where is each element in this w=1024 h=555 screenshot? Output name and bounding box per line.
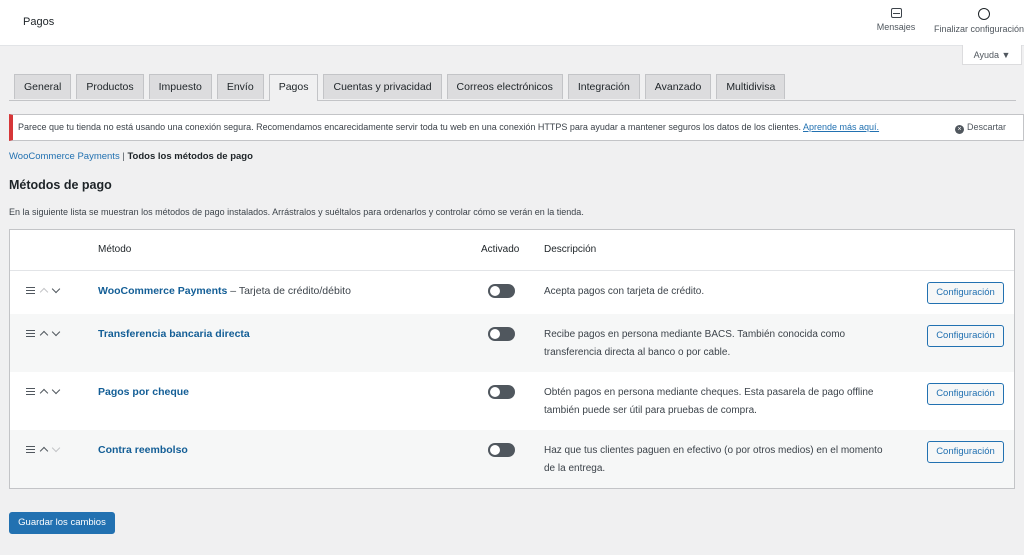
sort-handles bbox=[26, 385, 61, 398]
dismiss-label: Descartar bbox=[966, 122, 1006, 132]
help-tab-button[interactable]: Ayuda ▼ bbox=[962, 45, 1022, 65]
drag-handle-icon[interactable] bbox=[26, 388, 35, 395]
move-down-icon[interactable] bbox=[51, 327, 61, 337]
tab-multicurrency[interactable]: Multidivisa bbox=[716, 74, 786, 99]
drag-handle-icon[interactable] bbox=[26, 287, 35, 294]
table-row: Contra reembolso Haz que tus clientes pa… bbox=[10, 430, 1014, 488]
method-description: Obtén pagos en persona mediante cheques.… bbox=[544, 387, 874, 416]
sort-handles bbox=[26, 443, 61, 456]
notice-dismiss-button[interactable]: × Descartar bbox=[954, 115, 1006, 140]
enabled-toggle[interactable] bbox=[488, 443, 515, 457]
messages-label: Mensajes bbox=[876, 22, 916, 32]
method-description: Haz que tus clientes paguen en efectivo … bbox=[544, 445, 883, 474]
payments-subnav: WooCommerce Payments | Todos los métodos… bbox=[9, 151, 253, 162]
configure-button[interactable]: Configuración bbox=[927, 441, 1004, 463]
enabled-toggle[interactable] bbox=[488, 284, 515, 298]
column-method: Método bbox=[98, 244, 132, 255]
move-down-icon[interactable] bbox=[51, 284, 61, 294]
close-icon: × bbox=[954, 125, 964, 134]
table-row: Transferencia bancaria directa Recibe pa… bbox=[10, 314, 1014, 372]
tab-integration[interactable]: Integración bbox=[567, 74, 640, 99]
tab-accounts-privacy[interactable]: Cuentas y privacidad bbox=[323, 74, 442, 99]
configure-button[interactable]: Configuración bbox=[927, 325, 1004, 347]
subnav-woocommerce-payments[interactable]: WooCommerce Payments bbox=[9, 151, 120, 162]
sort-handles bbox=[26, 284, 61, 297]
tab-payments[interactable]: Pagos bbox=[268, 74, 319, 101]
inbox-icon bbox=[890, 8, 902, 18]
move-down-icon[interactable] bbox=[51, 385, 61, 395]
table-header: Método Activado Descripción bbox=[10, 230, 1014, 271]
payment-methods-table: Método Activado Descripción WooCommerce … bbox=[9, 229, 1015, 489]
subnav-all-methods[interactable]: Todos los métodos de pago bbox=[127, 151, 252, 162]
drag-handle-icon[interactable] bbox=[26, 446, 35, 453]
move-up-icon bbox=[39, 287, 49, 297]
subnav-separator: | bbox=[122, 151, 125, 162]
tab-advanced[interactable]: Avanzado bbox=[644, 74, 712, 99]
move-up-icon[interactable] bbox=[39, 330, 49, 340]
method-name-link[interactable]: Contra reembolso bbox=[98, 444, 188, 456]
tab-emails[interactable]: Correos electrónicos bbox=[446, 74, 563, 99]
notice-text: Parece que tu tienda no está usando una … bbox=[18, 122, 801, 132]
method-suffix: – Tarjeta de crédito/débito bbox=[227, 285, 351, 297]
tab-tax[interactable]: Impuesto bbox=[148, 74, 212, 99]
https-notice: Parece que tu tienda no está usando una … bbox=[9, 114, 1024, 141]
tab-products[interactable]: Productos bbox=[76, 74, 144, 99]
method-name-link[interactable]: WooCommerce Payments bbox=[98, 285, 227, 297]
method-cell: Contra reembolso bbox=[98, 444, 188, 456]
method-cell: Transferencia bancaria directa bbox=[98, 328, 250, 340]
move-down-icon bbox=[51, 443, 61, 453]
table-row: WooCommerce Payments – Tarjeta de crédit… bbox=[10, 270, 1014, 314]
configure-button[interactable]: Configuración bbox=[927, 282, 1004, 304]
tab-shipping[interactable]: Envío bbox=[216, 74, 264, 99]
move-up-icon[interactable] bbox=[39, 388, 49, 398]
finish-setup-label: Finalizar configuración bbox=[934, 24, 1024, 34]
sort-handles bbox=[26, 327, 61, 340]
table-row: Pagos por cheque Obtén pagos en persona … bbox=[10, 372, 1014, 430]
method-cell: WooCommerce Payments – Tarjeta de crédit… bbox=[98, 285, 351, 297]
method-name-link[interactable]: Pagos por cheque bbox=[98, 386, 189, 398]
enabled-toggle[interactable] bbox=[488, 327, 515, 341]
finish-setup-button[interactable]: Finalizar configuración bbox=[934, 8, 1024, 34]
section-description: En la siguiente lista se muestran los mé… bbox=[9, 207, 584, 217]
save-changes-button[interactable]: Guardar los cambios bbox=[9, 512, 115, 534]
messages-button[interactable]: Mensajes bbox=[872, 8, 920, 32]
column-description: Descripción bbox=[544, 244, 597, 255]
method-description: Acepta pagos con tarjeta de crédito. bbox=[544, 286, 705, 297]
tabs-divider bbox=[9, 100, 1016, 101]
tab-general[interactable]: General bbox=[14, 74, 72, 99]
settings-tabs: General Productos Impuesto Envío Pagos C… bbox=[14, 74, 790, 101]
method-description: Recibe pagos en persona mediante BACS. T… bbox=[544, 329, 846, 358]
page-title: Pagos bbox=[23, 16, 55, 28]
section-title: Métodos de pago bbox=[9, 178, 112, 192]
enabled-toggle[interactable] bbox=[488, 385, 515, 399]
method-name-link[interactable]: Transferencia bancaria directa bbox=[98, 328, 250, 340]
configure-button[interactable]: Configuración bbox=[927, 383, 1004, 405]
top-bar: Pagos Mensajes Finalizar configuración bbox=[0, 0, 1024, 46]
column-enabled: Activado bbox=[481, 244, 520, 255]
notice-learn-more-link[interactable]: Aprende más aquí. bbox=[803, 122, 879, 132]
method-cell: Pagos por cheque bbox=[98, 386, 189, 398]
progress-circle-icon bbox=[978, 8, 990, 20]
drag-handle-icon[interactable] bbox=[26, 330, 35, 337]
move-up-icon[interactable] bbox=[39, 446, 49, 456]
